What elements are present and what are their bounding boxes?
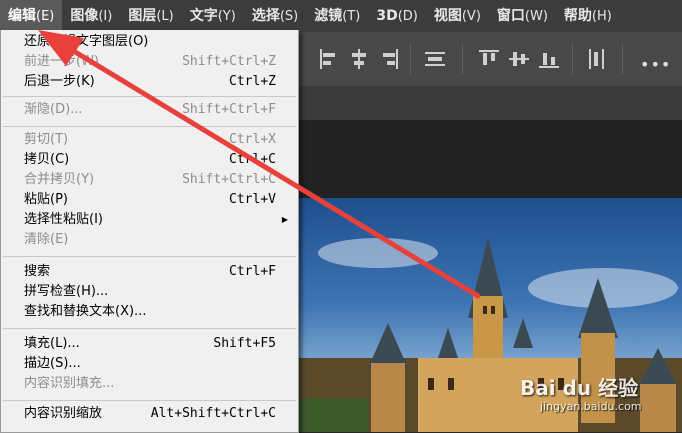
- menu-filter-accel: (T): [342, 9, 361, 24]
- menu-item-content-aware-scale[interactable]: 内容识别缩放 Alt+Shift+Ctrl+C: [1, 404, 298, 424]
- menu-separator: [3, 256, 296, 257]
- menu-type-accel: (Y): [217, 9, 236, 24]
- align-right-icon[interactable]: [378, 48, 400, 70]
- menu-item-label: 描边(S)...: [24, 356, 81, 371]
- menu-item-label: 内容识别填充...: [24, 376, 115, 391]
- menu-item-shortcut: Ctrl+V: [229, 192, 276, 207]
- menu-edit[interactable]: 编辑(E): [0, 0, 63, 32]
- menu-3d-label: 3D: [376, 8, 398, 24]
- menu-item-label: 合并拷贝(Y): [24, 172, 95, 187]
- menu-filter[interactable]: 滤镜(T): [306, 0, 368, 32]
- menu-item-undo-edit-type-layer[interactable]: 还原编辑文字图层(O): [1, 32, 298, 52]
- menu-help[interactable]: 帮助(H): [556, 0, 620, 32]
- watermark-url: jingyan.baidu.com: [540, 400, 642, 413]
- align-bottom-icon[interactable]: [538, 48, 560, 70]
- submenu-arrow-icon: ▶: [281, 215, 288, 224]
- menu-item-label: 后退一步(K): [24, 74, 95, 89]
- menu-3d-accel: (D): [397, 9, 418, 24]
- menu-image[interactable]: 图像(I): [62, 0, 120, 32]
- more-options-icon[interactable]: •••: [640, 55, 671, 74]
- menu-item-search[interactable]: 搜索 Ctrl+F: [1, 262, 298, 282]
- toolbar-divider: [462, 44, 463, 74]
- align-left-icon[interactable]: [318, 48, 340, 70]
- distribute-horizontal-icon[interactable]: [424, 48, 446, 70]
- menu-separator: [3, 328, 296, 329]
- menu-item-label: 粘贴(P): [24, 192, 68, 207]
- menu-layer[interactable]: 图层(L): [120, 0, 181, 32]
- menu-item-copy[interactable]: 拷贝(C) Ctrl+C: [1, 150, 298, 170]
- menu-select-accel: (S): [279, 9, 299, 24]
- menu-image-accel: (I): [98, 9, 113, 24]
- menu-select-label: 选择: [251, 8, 280, 24]
- menu-separator: [3, 126, 296, 127]
- menu-filter-label: 滤镜: [314, 8, 343, 24]
- menu-item-clear[interactable]: 清除(E): [1, 230, 298, 250]
- menu-layer-label: 图层: [128, 8, 157, 24]
- edit-menu-dropdown: 还原编辑文字图层(O) 前进一步(W) Shift+Ctrl+Z 后退一步(K) C…: [0, 30, 299, 433]
- menu-window-accel: (W): [524, 9, 548, 24]
- menu-item-shortcut: Ctrl+F: [229, 264, 276, 279]
- menu-help-label: 帮助: [563, 8, 592, 24]
- menu-view-label: 视图: [433, 8, 462, 24]
- menu-item-step-backward[interactable]: 后退一步(K) Ctrl+Z: [1, 72, 298, 92]
- menu-separator: [3, 400, 296, 401]
- menu-item-label: 填充(L)...: [24, 336, 80, 351]
- menu-image-label: 图像: [70, 8, 99, 24]
- menu-item-find-replace-text[interactable]: 查找和替换文本(X)...: [1, 302, 298, 322]
- menu-item-shortcut: Shift+Ctrl+Z: [182, 54, 276, 69]
- align-middle-vertical-icon[interactable]: [508, 48, 530, 70]
- menu-item-label: 查找和替换文本(X)...: [24, 304, 147, 319]
- menu-item-label: 拼写检查(H)...: [24, 284, 109, 299]
- watermark-brand: Bai du 经验: [520, 376, 639, 400]
- menu-item-fade[interactable]: 渐隐(D)... Shift+Ctrl+F: [1, 100, 298, 120]
- menu-item-paste-special[interactable]: 选择性粘贴(I) ▶: [1, 210, 298, 230]
- menu-window[interactable]: 窗口(W): [489, 0, 556, 32]
- toolbar-divider: [572, 44, 573, 74]
- align-center-horizontal-icon[interactable]: [348, 48, 370, 70]
- menu-edit-accel: (E): [36, 9, 55, 24]
- menu-bar: 编辑(E) 图像(I) 图层(L) 文字(Y) 选择(S) 滤镜(T) 3D(D…: [0, 0, 682, 32]
- menu-item-label: 清除(E): [24, 232, 69, 247]
- menu-window-label: 窗口: [496, 8, 525, 24]
- menu-item-fill[interactable]: 填充(L)... Shift+F5: [1, 334, 298, 354]
- distribute-vertical-icon[interactable]: [586, 48, 608, 70]
- menu-item-step-forward[interactable]: 前进一步(W) Shift+Ctrl+Z: [1, 52, 298, 72]
- toolbar-divider: [622, 44, 623, 74]
- menu-item-label: 前进一步(W): [24, 54, 99, 69]
- menu-view-accel: (V): [461, 9, 481, 24]
- menu-item-label: 内容识别缩放: [24, 406, 103, 421]
- toolbar-divider: [410, 44, 411, 74]
- menu-separator: [3, 96, 296, 97]
- menu-item-paste[interactable]: 粘贴(P) Ctrl+V: [1, 190, 298, 210]
- menu-view[interactable]: 视图(V): [426, 0, 489, 32]
- menu-item-shortcut: Ctrl+Z: [229, 74, 276, 89]
- menu-item-shortcut: Alt+Shift+Ctrl+C: [150, 406, 276, 421]
- menu-item-content-aware-fill[interactable]: 内容识别填充...: [1, 374, 298, 394]
- menu-item-shortcut: Shift+F5: [213, 336, 276, 351]
- menu-edit-label: 编辑: [8, 8, 36, 24]
- menu-item-stroke[interactable]: 描边(S)...: [1, 354, 298, 374]
- menu-select[interactable]: 选择(S): [244, 0, 306, 32]
- menu-item-label: 选择性粘贴(I): [24, 212, 103, 227]
- menu-item-label: 拷贝(C): [24, 152, 70, 167]
- menu-item-cut[interactable]: 剪切(T) Ctrl+X: [1, 130, 298, 150]
- menu-item-label: 渐隐(D)...: [24, 102, 83, 117]
- menu-item-copy-merged[interactable]: 合并拷贝(Y) Shift+Ctrl+C: [1, 170, 298, 190]
- menu-item-shortcut: Ctrl+X: [229, 132, 276, 147]
- menu-item-label: 还原编辑文字图层(O): [24, 34, 149, 49]
- menu-item-check-spelling[interactable]: 拼写检查(H)...: [1, 282, 298, 302]
- menu-layer-accel: (L): [156, 9, 174, 24]
- menu-item-label: 剪切(T): [24, 132, 69, 147]
- menu-item-label: 搜索: [24, 264, 51, 279]
- menu-help-accel: (H): [591, 9, 612, 24]
- align-top-icon[interactable]: [478, 48, 500, 70]
- menu-item-shortcut: Shift+Ctrl+C: [182, 172, 276, 187]
- menu-3d[interactable]: 3D(D): [368, 0, 426, 32]
- menu-item-shortcut: Shift+Ctrl+F: [182, 102, 276, 117]
- menu-item-shortcut: Ctrl+C: [229, 152, 276, 167]
- menu-type-label: 文字: [189, 8, 218, 24]
- menu-type[interactable]: 文字(Y): [182, 0, 244, 32]
